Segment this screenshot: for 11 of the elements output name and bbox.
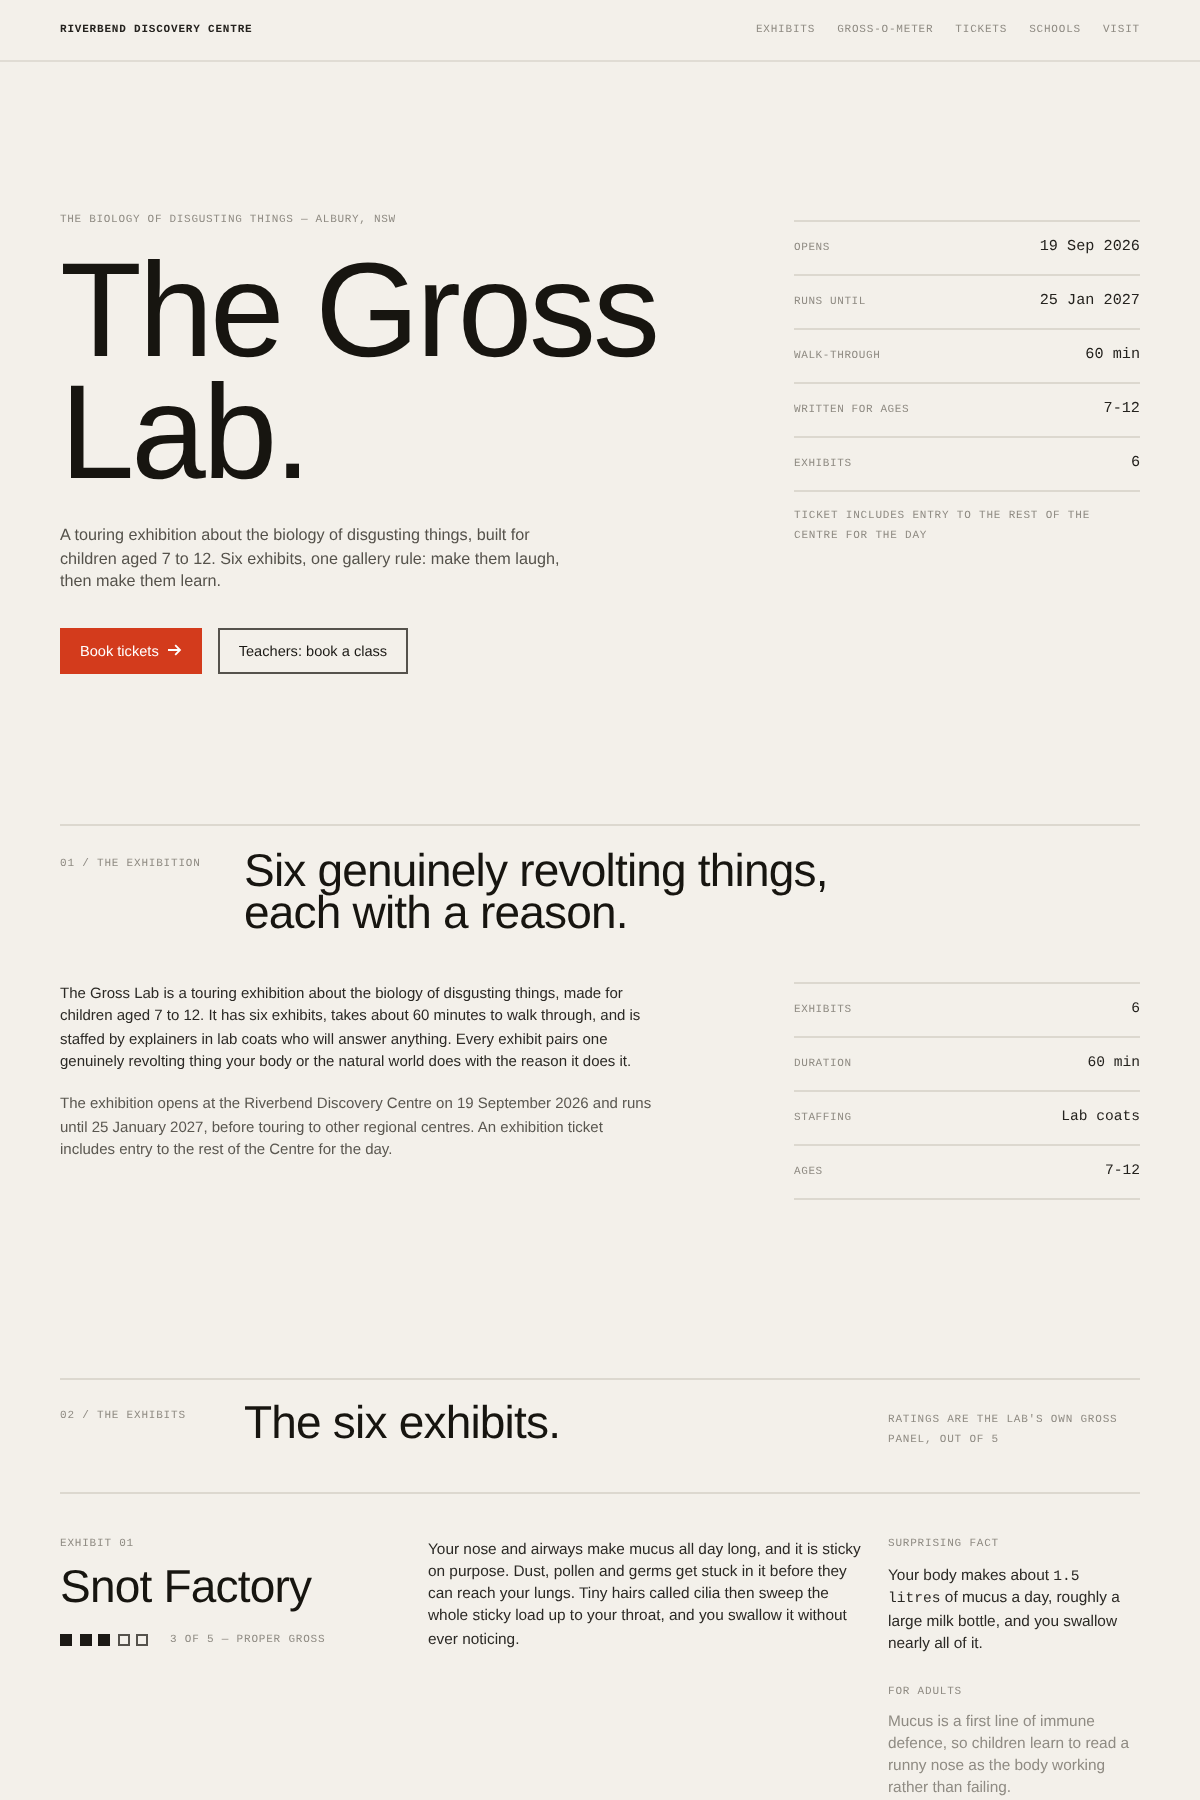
rating-square-icon [136,1634,148,1646]
rating-square-icon [117,1634,129,1646]
rating-square-icon [60,1634,72,1646]
intro-text: A touring exhibition about the biology of disgusting things, built for children aged 7 to 12. Six exhibits, one gallery rule: make them laugh, then make them learn. [60,524,562,593]
rating-square-icon [79,1634,91,1646]
rating-square-icon [98,1634,110,1646]
page-title: The Gross Lab. [60,250,659,494]
arrow-icon [168,644,183,656]
exhibit-title: Snot Factory [60,1560,314,1612]
section-heading: Six genuinely revolting things, each with a reason. [244,849,830,933]
section-heading: The six exhibits. [244,1401,563,1449]
